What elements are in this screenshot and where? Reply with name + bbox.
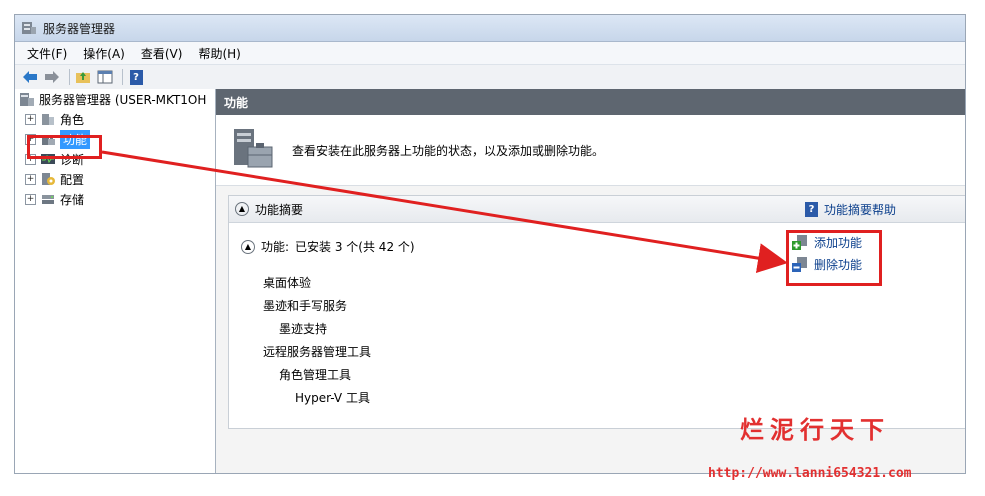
watermark-title: 烂泥行天下	[740, 415, 890, 444]
watermark-url: http://www.lanni654321.com	[708, 466, 912, 481]
watermark: 烂泥行天下 http://www.lanni654321.com	[700, 410, 980, 490]
